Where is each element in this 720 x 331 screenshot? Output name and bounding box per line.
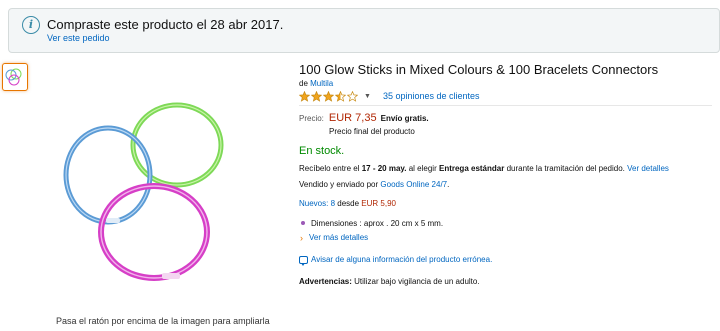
section-divider	[299, 105, 712, 106]
info-icon: i	[22, 16, 40, 34]
warning-text: Utilizar bajo vigilancia de un adulto.	[354, 277, 480, 286]
star-full-icon	[311, 90, 322, 102]
bullet-text: Dimensiones : aprox . 20 cm x 5 mm.	[311, 218, 444, 228]
speech-bubble-icon	[299, 255, 308, 266]
by-prefix: de	[299, 79, 308, 88]
rating-row: ▼ 35 opiniones de clientes	[299, 90, 480, 102]
seller-info: Vendido y enviado por Goods Online 24/7.	[299, 180, 449, 189]
view-order-link[interactable]: Ver este pedido	[47, 33, 110, 43]
glow-bracelets-thumbnail-icon	[5, 68, 22, 86]
feature-bullets: Dimensiones : aprox . 20 cm x 5 mm. › Ve…	[299, 217, 443, 244]
delivery-text: durante la tramitación del pedido.	[506, 164, 625, 173]
price-value: EUR 7,35	[328, 112, 377, 124]
stock-status: En stock.	[299, 145, 345, 157]
star-empty-icon	[347, 90, 358, 102]
product-title: 100 Glow Sticks in Mixed Colours & 100 B…	[299, 62, 659, 77]
chevron-right-icon: ›	[300, 232, 303, 243]
purchase-notice: i Compraste este producto el 28 abr 2017…	[8, 8, 720, 53]
star-full-icon	[323, 90, 334, 102]
more-details-link[interactable]: Ver más detalles	[309, 233, 368, 242]
new-offers-link[interactable]: Nuevos: 8	[299, 199, 335, 208]
delivery-dates: 17 - 20 may.	[361, 164, 407, 173]
notice-text: Compraste este producto el 28 abr 2017.	[47, 17, 284, 32]
offers-price: EUR 5,90	[361, 199, 396, 208]
report-row: Avisar de alguna información del product…	[299, 255, 492, 266]
offers-row: Nuevos: 8 desde EUR 5,90	[299, 199, 396, 208]
delivery-method: Entrega estándar	[438, 164, 505, 173]
main-product-image[interactable]	[58, 90, 228, 290]
report-info-link[interactable]: Avisar de alguna información del product…	[311, 255, 492, 264]
byline: de Multila	[299, 79, 333, 88]
bullet-icon	[301, 221, 305, 225]
warnings: Advertencias: Utilizar bajo vigilancia d…	[299, 277, 480, 286]
image-thumbnail[interactable]	[2, 63, 28, 91]
seller-link[interactable]: Goods Online 24/7	[380, 180, 447, 189]
list-item: Dimensiones : aprox . 20 cm x 5 mm.	[299, 217, 443, 229]
seller-prefix: Vendido y enviado por	[299, 180, 379, 189]
warning-label: Advertencias:	[299, 277, 352, 286]
price-label: Precio:	[299, 114, 324, 123]
delivery-text: Recíbelo entre el	[299, 164, 360, 173]
delivery-info: Recíbelo entre el 17 - 20 may. al elegir…	[299, 164, 669, 173]
more-details-row[interactable]: › Ver más detalles	[299, 231, 443, 244]
rating-dropdown-caret-icon[interactable]: ▼	[364, 93, 371, 100]
delivery-details-link[interactable]: Ver detalles	[627, 164, 669, 173]
delivery-text: al elegir	[408, 164, 437, 173]
seller-suffix: .	[447, 180, 450, 189]
offers-from: desde	[337, 199, 360, 208]
star-rating[interactable]	[299, 90, 359, 102]
star-full-icon	[299, 90, 310, 102]
star-half-icon	[335, 90, 346, 102]
brand-link[interactable]: Multila	[310, 79, 333, 88]
price-note: Precio final del producto	[329, 127, 415, 136]
price-row: Precio: EUR 7,35 Envío gratis.	[299, 112, 429, 124]
glow-bracelets-image	[63, 102, 224, 281]
reviews-link[interactable]: 35 opiniones de clientes	[383, 91, 480, 101]
image-caption: Pasa el ratón por encima de la imagen pa…	[56, 316, 270, 326]
shipping-text: Envío gratis.	[380, 114, 429, 123]
